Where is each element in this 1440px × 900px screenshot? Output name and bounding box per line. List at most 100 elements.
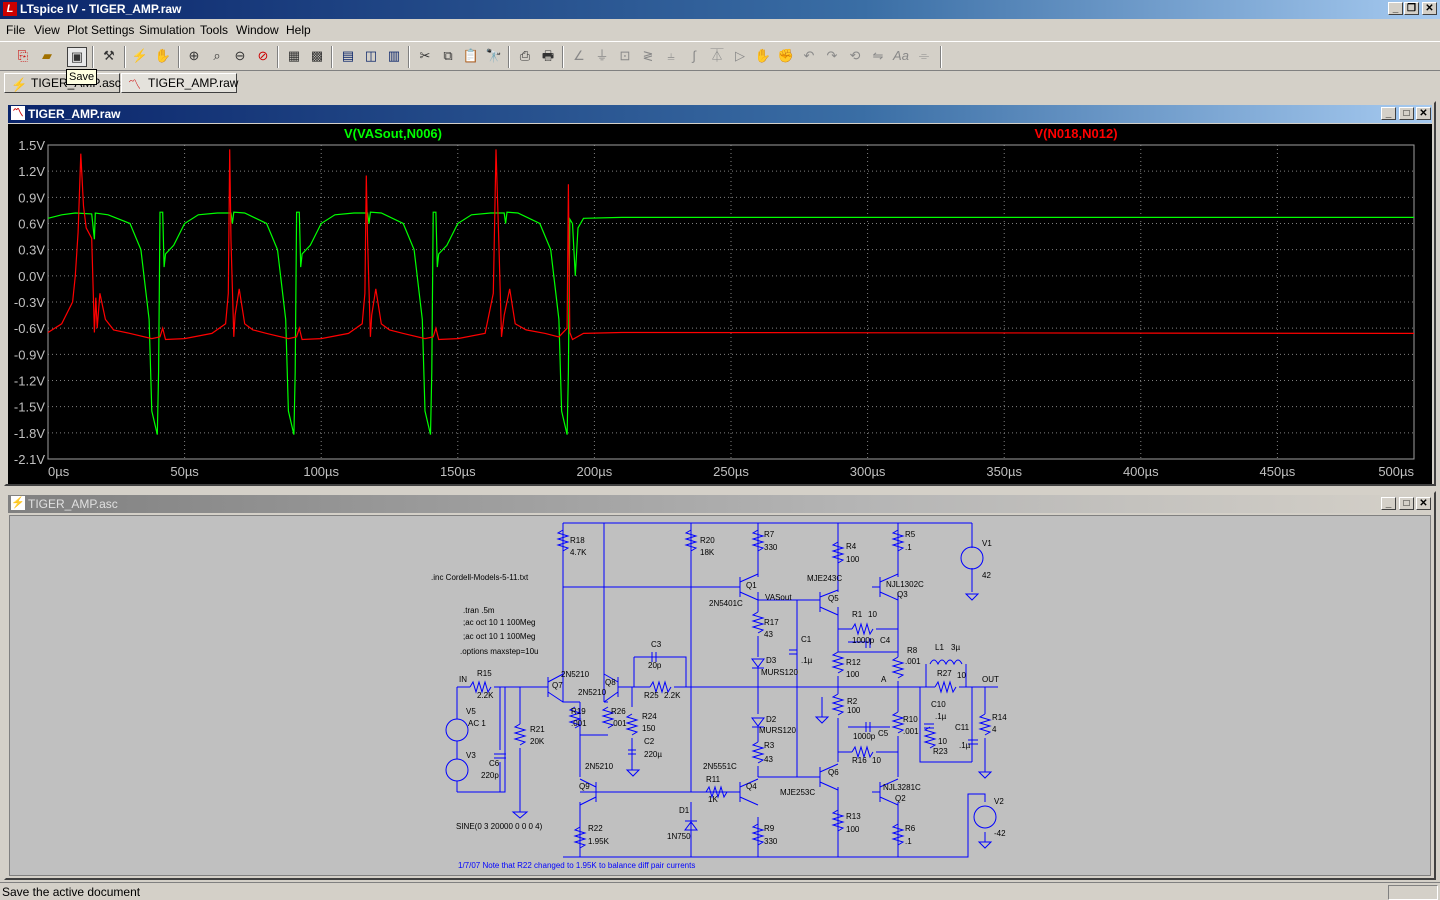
find-icon[interactable]: 🔭 [485,47,503,65]
plot-grid [47,144,1415,460]
component-icon[interactable]: ▷ [731,47,749,65]
component-label: NJL3281C [883,783,921,792]
print-icon[interactable]: 🖶 [539,47,557,65]
menu-help[interactable]: Help [286,23,311,37]
schematic-window-title: TIGER_AMP.asc [28,497,118,511]
component-label: V5 [466,707,476,716]
component-label: 2N5210 [561,670,590,679]
schematic-window-title-bar[interactable]: ⚡ TIGER_AMP.asc _ □ ✕ [8,495,1432,513]
tile-horizontal-icon[interactable]: ▥ [385,47,403,65]
document-tabs: ⚡ TIGER_AMP.asc 〽 TIGER_AMP.raw [0,71,1440,95]
component-label: Q1 [746,581,757,590]
component-label: R4 [846,542,857,551]
schematic-icon: ⚡ [11,496,25,510]
resistor-icon[interactable]: ≷ [639,47,657,65]
capacitor-icon[interactable]: ⫨ [662,47,680,65]
menu-tools[interactable]: Tools [200,23,228,37]
menu-plot-settings[interactable]: Plot Settings [67,23,134,37]
component-label: VASout [765,593,792,602]
component-label: Q5 [828,594,839,603]
minimize-icon[interactable]: _ [1381,497,1396,510]
spice-directive: ;ac oct 10 1 100Meg [463,618,536,627]
wire-icon[interactable]: ∠ [570,47,588,65]
component-label: 1K [708,795,718,804]
component-label: L1 [935,643,944,652]
y-tick-label: 0.3V [18,243,45,258]
zoom-in-icon[interactable]: ⊕ [185,47,203,65]
zoom-full-icon[interactable]: ⌕ [208,47,226,65]
restore-icon[interactable]: ❐ [1404,2,1419,15]
halt-icon[interactable]: ✋ [154,47,172,65]
component-label: 10 [872,756,881,765]
component-label: R20 [700,536,715,545]
maximize-icon[interactable]: □ [1399,107,1414,120]
menu-window[interactable]: Window [236,23,279,37]
diode-icon[interactable]: ⏄ [708,47,726,65]
tile-vertical-icon[interactable]: ▤ [339,47,357,65]
inductor-icon[interactable]: ∫ [685,47,703,65]
component-label: C1 [801,635,812,644]
schematic-canvas[interactable]: R18 4.7K R20 18K R7 330 R4 100 R5 .1 V1 42 Q1 2N5401C… [9,515,1431,876]
component-label: 1000p [852,636,875,645]
maximize-icon[interactable]: □ [1399,497,1414,510]
drag-icon[interactable]: ✊ [777,47,795,65]
cascade-icon[interactable]: ◫ [362,47,380,65]
component-label: D3 [766,656,777,665]
zoom-out-icon[interactable]: ⊖ [231,47,249,65]
move-icon[interactable]: ✋ [754,47,772,65]
y-tick-label: 0.6V [18,217,45,232]
component-label: R3 [764,741,775,750]
component-label: C10 [931,700,946,709]
delete-trace-icon[interactable]: ▩ [308,47,326,65]
run-icon[interactable]: ⚡ [131,47,149,65]
component-label: R12 [846,658,861,667]
menu-simulation[interactable]: Simulation [139,23,195,37]
undo-icon[interactable]: ↶ [800,47,818,65]
app-title: LTspice IV - TIGER_AMP.raw [20,2,182,16]
save-icon[interactable]: ▣ [67,47,87,67]
open-icon[interactable]: ▰ [38,47,56,65]
component-label: -42 [994,829,1006,838]
autorange-icon[interactable]: ▦ [285,47,303,65]
component-label: .1µ [801,656,813,665]
label-net-icon[interactable]: ⊡ [616,47,634,65]
minimize-icon[interactable]: _ [1388,2,1403,15]
redo-icon[interactable]: ↷ [823,47,841,65]
component-label: 1.95K [588,837,610,846]
component-label: 18K [700,548,715,557]
print-preview-icon[interactable]: ⎙ [516,47,534,65]
ground-icon[interactable]: ⏚ [593,47,611,65]
menu-bar: File View Plot Settings Simulation Tools… [0,20,1440,40]
text-icon[interactable]: Aa [892,47,910,65]
toolbar-separator [940,46,942,68]
waveform-plot-pane[interactable]: 0µs 50µs 100µs 150µs 200µs 250µs 300µs 350µs 400… [8,124,1432,484]
zoom-cancel-icon[interactable]: ⊘ [254,47,272,65]
component-label: 2N5551C [703,762,737,771]
component-label: 2.2K [477,691,494,700]
tab-tiger-amp-raw[interactable]: 〽 TIGER_AMP.raw [121,73,238,93]
component-label: C6 [489,759,500,768]
paste-icon[interactable]: 📋 [462,47,480,65]
new-schematic-icon[interactable]: ⎘ [14,47,32,65]
control-panel-icon[interactable]: ⚒ [100,47,118,65]
toolbar: ⎘ ▰ ▣ ⚒ ⚡ ✋ ⊕ ⌕ ⊖ ⊘ ▦ ▩ ▤ ◫ ▥ ✂ ⧉ 📋 🔭 ⎙ … [0,41,1440,71]
component-label: 10 [868,610,877,619]
close-icon[interactable]: ✕ [1416,497,1431,510]
copy-icon[interactable]: ⧉ [439,47,457,65]
component-label: .1µ [959,741,971,750]
component-label: 10 [938,737,947,746]
component-label: Q9 [579,782,590,791]
cut-icon[interactable]: ✂ [416,47,434,65]
mirror-icon[interactable]: ⇋ [869,47,887,65]
component-label: 2N5210 [578,688,607,697]
waveform-window-title-bar[interactable]: 〽 TIGER_AMP.raw _ □ ✕ [8,105,1432,123]
menu-view[interactable]: View [34,23,60,37]
menu-file[interactable]: File [6,23,25,37]
tab-tiger-amp-asc[interactable]: ⚡ TIGER_AMP.asc [4,73,121,93]
minimize-icon[interactable]: _ [1381,107,1396,120]
y-tick-label: -1.5V [14,400,45,415]
close-icon[interactable]: ✕ [1416,107,1431,120]
spice-directive-icon[interactable]: ⌯ [915,47,933,65]
close-icon[interactable]: ✕ [1422,2,1437,15]
rotate-icon[interactable]: ⟲ [846,47,864,65]
